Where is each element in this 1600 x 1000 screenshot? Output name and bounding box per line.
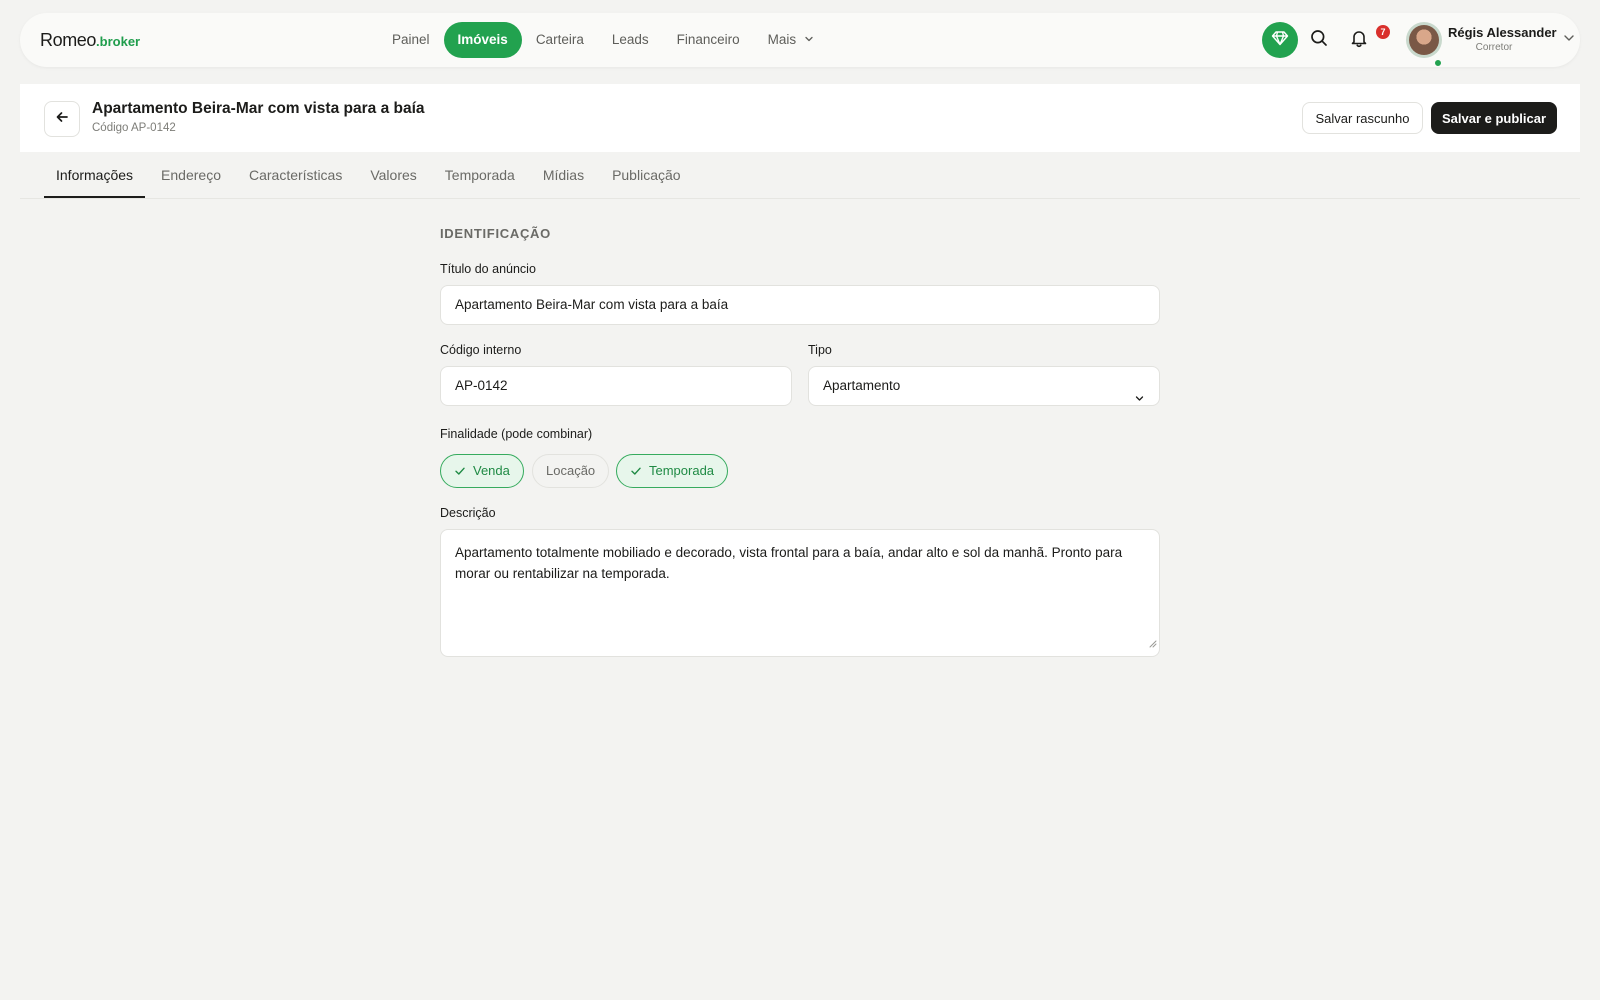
top-navbar: Romeo.broker Painel Imóveis Carteira Lea… [20,13,1580,67]
page-title: Apartamento Beira-Mar com vista para a b… [92,100,425,117]
save-publish-button[interactable]: Salvar e publicar [1431,102,1557,134]
tab-caracteristicas[interactable]: Características [237,152,354,198]
online-status-dot [1434,59,1442,67]
search-button[interactable] [1305,26,1333,54]
arrow-left-icon [54,109,70,130]
nav-item-leads[interactable]: Leads [598,22,663,58]
chevron-down-icon [1134,381,1145,405]
chevron-down-icon[interactable] [1562,31,1576,50]
brand-suffix: .broker [96,34,141,49]
purpose-chip-locacao[interactable]: Locação [532,454,610,488]
code-label: Código interno [440,343,522,357]
purpose-chip-label: Venda [473,463,510,478]
check-icon [630,465,642,477]
notifications-button[interactable] [1345,26,1373,54]
chevron-down-icon [804,22,814,58]
title-input[interactable]: Apartamento Beira-Mar com vista para a b… [440,285,1160,325]
nav-item-mais[interactable]: Mais [754,22,828,58]
avatar[interactable] [1406,22,1442,58]
resize-handle-icon[interactable] [1148,633,1157,654]
user-role: Corretor [1475,42,1513,53]
description-text: Apartamento totalmente mobiliado e decor… [455,545,1123,581]
avatar-photo [1409,25,1439,55]
purpose-chip-temporada[interactable]: Temporada [616,454,729,488]
brand-name: Romeo [40,30,97,50]
gem-icon [1270,28,1290,53]
nav-item-painel[interactable]: Painel [378,22,444,58]
premium-button[interactable] [1262,22,1298,58]
section-title: IDENTIFICAÇÃO [440,226,551,241]
description-label: Descrição [440,506,496,520]
page-subtitle: Código AP-0142 [92,122,176,134]
user-name[interactable]: Régis Alessander [1448,25,1557,40]
tab-bar: Informações Endereço Características Val… [44,152,697,198]
back-button[interactable] [44,101,80,137]
description-textarea[interactable]: Apartamento totalmente mobiliado e decor… [440,529,1160,657]
tabs-divider [20,198,1580,199]
nav-item-mais-label: Mais [767,32,797,47]
tab-temporada[interactable]: Temporada [433,152,527,198]
page-header: Apartamento Beira-Mar com vista para a b… [20,84,1580,152]
purpose-chip-label: Temporada [649,463,715,478]
main-nav: Painel Imóveis Carteira Leads Financeiro… [378,22,828,58]
tab-publicacao[interactable]: Publicação [600,152,693,198]
save-draft-button[interactable]: Salvar rascunho [1302,102,1423,134]
brand-logo[interactable]: Romeo.broker [40,30,140,51]
tab-informacoes[interactable]: Informações [44,152,146,198]
type-select[interactable]: Apartamento [808,366,1160,406]
tab-midias[interactable]: Mídias [531,152,596,198]
purpose-label: Finalidade (pode combinar) [440,427,593,441]
nav-item-carteira[interactable]: Carteira [522,22,598,58]
notification-badge: 7 [1376,25,1390,39]
bell-icon [1349,28,1369,53]
check-icon [454,465,466,477]
nav-item-imoveis[interactable]: Imóveis [443,22,522,58]
type-select-value: Apartamento [823,378,901,393]
nav-item-financeiro[interactable]: Financeiro [663,22,754,58]
purpose-chip-label: Locação [546,463,596,478]
search-icon [1309,28,1329,53]
title-label: Título do anúncio [440,262,536,276]
type-label: Tipo [808,343,832,357]
purpose-chip-venda[interactable]: Venda [440,454,524,488]
tab-valores[interactable]: Valores [358,152,428,198]
code-input[interactable]: AP-0142 [440,366,792,406]
tab-endereco[interactable]: Endereço [149,152,233,198]
